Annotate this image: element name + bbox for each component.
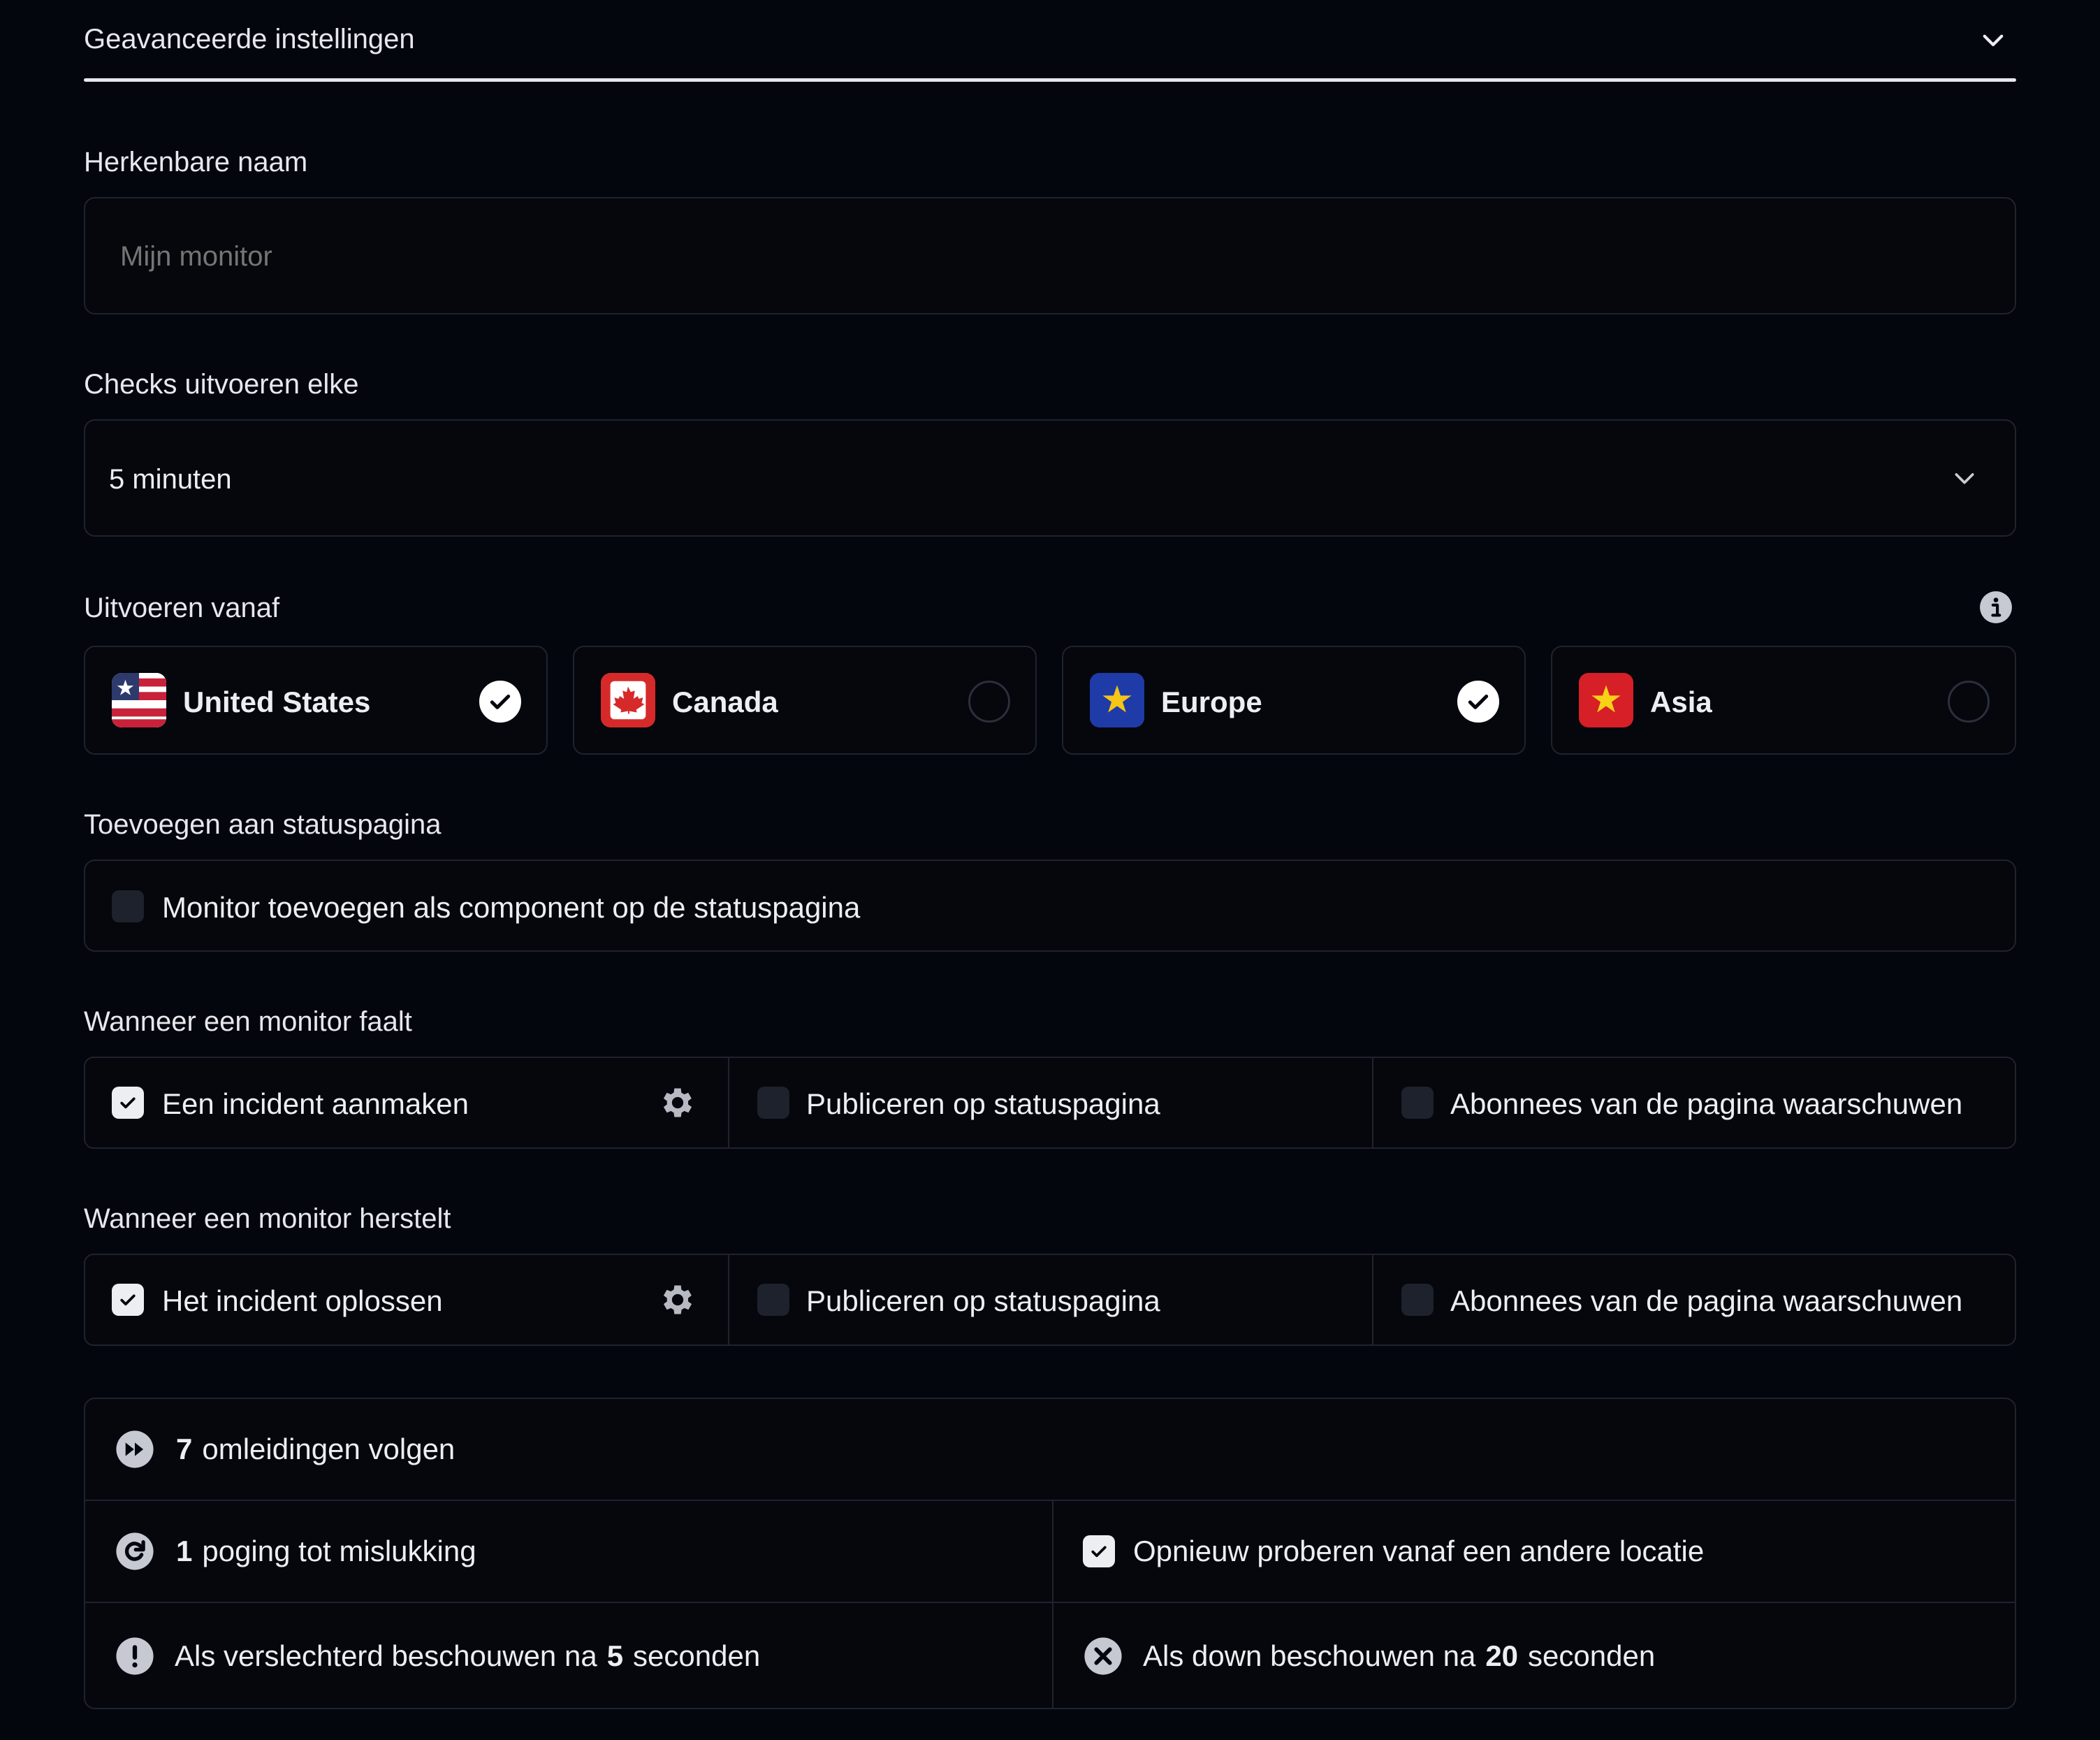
regions-label: Uitvoeren vanaf <box>84 593 280 623</box>
redirects-count[interactable]: 7 <box>176 1435 192 1464</box>
degraded-value[interactable]: 5 <box>607 1641 623 1671</box>
divider <box>728 1255 729 1344</box>
advanced-settings-header[interactable]: Geavanceerde instellingen <box>84 20 2016 82</box>
on-fail-options: Een incident aanmaken Publiceren op stat… <box>84 1057 2016 1149</box>
region-unselected-indicator[interactable] <box>968 681 1010 723</box>
resolve-incident-label: Het incident oplossen <box>162 1284 443 1317</box>
fast-forward-icon <box>116 1430 154 1468</box>
region-name-canada: Canada <box>672 686 778 718</box>
status-page-option-label: Monitor toevoegen als component op de st… <box>162 891 861 924</box>
gear-icon[interactable] <box>658 1280 697 1319</box>
check-icon <box>120 1294 136 1306</box>
asia-flag-icon <box>1579 673 1633 727</box>
retry-location-checkbox[interactable] <box>1083 1535 1115 1567</box>
region-selected-indicator[interactable] <box>1457 681 1499 723</box>
down-prefix: Als down beschouwen na <box>1143 1639 1476 1672</box>
divider <box>85 1500 2015 1501</box>
alert-icon <box>116 1637 154 1675</box>
name-field[interactable] <box>84 197 2016 314</box>
advanced-settings-panel: Geavanceerde instellingen Herkenbare naa… <box>0 0 2100 1740</box>
check-icon <box>490 695 511 709</box>
region-card-united-states[interactable]: United States <box>84 646 548 755</box>
down-suffix: seconden <box>1528 1639 1656 1672</box>
publish-status-label: Publiceren op statuspagina <box>806 1284 1160 1317</box>
divider <box>1372 1255 1373 1344</box>
canada-flag-icon <box>601 673 655 727</box>
retry-location-cell[interactable]: Opnieuw proberen vanaf een andere locati… <box>1083 1529 1704 1574</box>
status-page-label: Toevoegen aan statuspagina <box>84 809 442 840</box>
eu-flag-icon <box>1090 673 1144 727</box>
interval-selected-value: 5 minuten <box>109 464 232 495</box>
redirects-row[interactable]: 7 omleidingen volgen <box>115 1427 455 1472</box>
interval-select[interactable]: 5 minuten <box>84 419 2016 537</box>
us-flag-icon <box>112 673 166 727</box>
divider <box>1372 1058 1373 1147</box>
header-underline <box>84 78 2016 82</box>
publish-status-checkbox[interactable] <box>757 1087 789 1119</box>
resolve-incident-checkbox[interactable] <box>112 1284 144 1316</box>
x-circle-icon <box>1084 1637 1122 1675</box>
gear-icon[interactable] <box>658 1083 697 1122</box>
region-name-europe: Europe <box>1161 686 1262 718</box>
check-icon <box>1091 1546 1107 1558</box>
region-unselected-indicator[interactable] <box>1948 681 1990 723</box>
publish-status-checkbox[interactable] <box>757 1284 789 1316</box>
degraded-cell[interactable]: Als verslechterd beschouwen na 5 seconde… <box>115 1634 760 1679</box>
name-input[interactable] <box>119 198 1980 314</box>
on-recover-options: Het incident oplossen Publiceren op stat… <box>84 1254 2016 1346</box>
degraded-suffix: seconden <box>633 1639 761 1672</box>
divider <box>1052 1501 1053 1708</box>
divider <box>728 1058 729 1147</box>
down-cell[interactable]: Als down beschouwen na 20 seconden <box>1083 1634 1655 1679</box>
notify-subscribers-checkbox[interactable] <box>1401 1284 1434 1316</box>
interval-label: Checks uitvoeren elke <box>84 369 359 400</box>
on-recover-label: Wanneer een monitor herstelt <box>84 1203 451 1234</box>
create-incident-label: Een incident aanmaken <box>162 1087 469 1120</box>
redirects-text: omleidingen volgen <box>202 1433 455 1465</box>
chevron-down-icon[interactable] <box>1978 25 2008 55</box>
region-name-united-states: United States <box>183 686 371 718</box>
name-field-label: Herkenbare naam <box>84 147 308 177</box>
advanced-settings-title: Geavanceerde instellingen <box>84 24 415 55</box>
status-page-option[interactable]: Monitor toevoegen als component op de st… <box>84 860 2016 952</box>
notify-subscribers-checkbox[interactable] <box>1401 1087 1434 1119</box>
retries-cell[interactable]: 1 poging tot mislukking <box>115 1529 476 1574</box>
retry-location-label: Opnieuw proberen vanaf een andere locati… <box>1133 1535 1705 1567</box>
retries-count[interactable]: 1 <box>176 1537 192 1566</box>
region-card-europe[interactable]: Europe <box>1062 646 1526 755</box>
retry-icon <box>116 1532 154 1570</box>
check-icon <box>1468 695 1489 709</box>
region-card-asia[interactable]: Asia <box>1551 646 2016 755</box>
retries-text: poging tot mislukking <box>202 1535 476 1567</box>
region-card-canada[interactable]: Canada <box>573 646 1037 755</box>
notify-subscribers-label: Abonnees van de pagina waarschuwen <box>1450 1284 1963 1317</box>
advanced-options-table: 7 omleidingen volgen 1 poging tot misluk… <box>84 1398 2016 1709</box>
info-icon[interactable] <box>1978 590 2013 625</box>
on-fail-label: Wanneer een monitor faalt <box>84 1006 412 1037</box>
notify-subscribers-label: Abonnees van de pagina waarschuwen <box>1450 1087 1963 1120</box>
degraded-prefix: Als verslechterd beschouwen na <box>175 1639 597 1672</box>
chevron-down-icon <box>1955 473 1974 484</box>
status-page-checkbox[interactable] <box>112 890 144 922</box>
check-icon <box>120 1097 136 1109</box>
region-selected-indicator[interactable] <box>479 681 521 723</box>
publish-status-label: Publiceren op statuspagina <box>806 1087 1160 1120</box>
down-value[interactable]: 20 <box>1485 1641 1518 1671</box>
divider <box>85 1602 2015 1603</box>
region-name-asia: Asia <box>1650 686 1712 718</box>
create-incident-checkbox[interactable] <box>112 1087 144 1119</box>
